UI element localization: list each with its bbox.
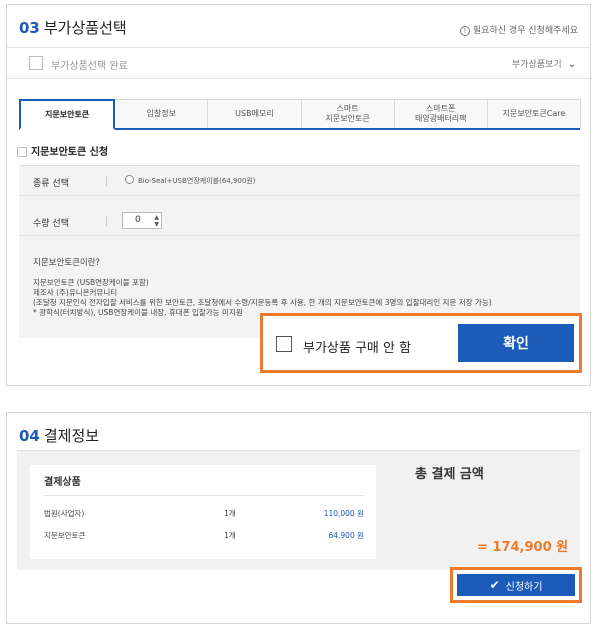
qty-label: 수량 선택 — [33, 219, 69, 229]
chevron-down-icon: ⌄ — [567, 59, 576, 70]
type-option[interactable]: Bio-Seal+USB연장케이블(64,900원) — [138, 176, 256, 186]
payment-section-number: 04 — [19, 427, 40, 445]
no-purchase-label[interactable]: 부가상품 구매 안 함 — [303, 337, 411, 356]
tab-bid-info[interactable]: 입찰정보 — [114, 99, 209, 128]
info-icon: ! — [459, 26, 470, 36]
addon-done-label: 부가상품선택 완료 — [51, 61, 128, 72]
tab-smart-fingerprint-token[interactable]: 스마트 지문보안토큰 — [300, 99, 395, 128]
confirm-button[interactable]: 확인 — [458, 324, 574, 362]
total-value: = 174,900 원 — [477, 540, 569, 555]
type-label: 종류 선택 — [33, 179, 69, 189]
addon-view-toggle[interactable]: 부가상품보기 ⌄ — [512, 57, 576, 70]
payment-section-title: 04 결제정보 — [19, 425, 99, 446]
addon-view-label: 부가상품보기 — [511, 60, 562, 70]
addon-done-checkbox[interactable] — [29, 56, 43, 70]
description-line: 제조사 (주)유니온커뮤니티 — [33, 288, 118, 297]
item-price: 110,000 원 — [323, 509, 364, 518]
fingerprint-apply[interactable]: 지문보안토큰 신청 — [17, 143, 108, 158]
item-qty: 1개 — [224, 509, 236, 518]
quantity-stepper[interactable]: 0 ▲ ▼ — [122, 212, 162, 229]
tab-usb-memory[interactable]: USB메모리 — [207, 99, 302, 128]
total-label: 총 결제 금액 — [415, 467, 484, 482]
divider — [106, 176, 107, 186]
quantity-value: 0 — [135, 215, 141, 225]
payment-section-label: 결제정보 — [43, 427, 100, 445]
description-line: (조달청 지문인식 전자입찰 서비스를 위한 보안토큰, 조달청에서 수령/지문… — [33, 298, 492, 307]
divider — [106, 216, 107, 226]
tab-fingerprint-token[interactable]: 지문보안토큰 — [19, 99, 116, 130]
addon-section-label: 부가상품선택 — [43, 19, 127, 37]
checkmark-icon: ✔ — [489, 578, 500, 592]
addon-done-bar: 부가상품선택 완료 부가상품보기 ⌄ — [7, 47, 590, 79]
type-radio[interactable] — [125, 175, 134, 184]
item-name: 지문보안토큰 — [44, 531, 86, 540]
addon-tabs: 지문보안토큰 입찰정보 USB메모리 스마트 지문보안토큰 스마트폰 태양광배터… — [19, 99, 582, 130]
payment-panel: 04 결제정보 결제상품 법원(사업자) 1개 110,000 원 지문보안토큰 … — [6, 412, 591, 624]
apply-highlight: ✔ 신청하기 — [450, 567, 582, 603]
tab-fingerprint-care[interactable]: 지문보안토큰Care — [486, 99, 582, 128]
payment-items-title: 결제상품 — [44, 477, 81, 488]
addon-note: ! 필요하신 경우 신청해주세요 — [459, 23, 578, 36]
list-item: 법원(사업자) 1개 110,000 원 — [44, 505, 364, 521]
fingerprint-apply-label: 지문보안토큰 신청 — [31, 147, 109, 158]
apply-button[interactable]: ✔ 신청하기 — [457, 574, 575, 596]
description-line: 지문보안토큰 (USB연장케이블 포함) — [33, 278, 149, 287]
addon-section-title: 03 부가상품선택 — [19, 17, 127, 38]
addon-section-number: 03 — [19, 19, 40, 37]
tab-solar-battery[interactable]: 스마트폰 태양광배터리팩 — [393, 99, 488, 128]
addon-panel: 03 부가상품선택 ! 필요하신 경우 신청해주세요 부가상품선택 완료 부가상품보… — [6, 4, 591, 386]
item-qty: 1개 — [224, 531, 236, 540]
addon-note-text: 필요하신 경우 신청해주세요 — [472, 26, 578, 36]
payment-items-box: 결제상품 법원(사업자) 1개 110,000 원 지문보안토큰 1개 64,9… — [30, 465, 376, 559]
qty-row: 수량 선택 0 ▲ ▼ — [19, 206, 580, 236]
item-price: 64,900 원 — [328, 531, 364, 540]
divider — [44, 495, 364, 496]
stepper-arrows-icon[interactable]: ▲ ▼ — [154, 214, 159, 228]
no-purchase-checkbox[interactable] — [276, 336, 292, 352]
fingerprint-apply-checkbox[interactable] — [17, 147, 27, 157]
description-title: 지문보안토큰이란? — [33, 258, 101, 268]
item-name: 법원(사업자) — [44, 509, 85, 518]
type-row: 종류 선택 Bio-Seal+USB연장케이블(64,900원) — [19, 166, 580, 196]
list-item: 지문보안토큰 1개 64,900 원 — [44, 527, 364, 543]
apply-button-label: 신청하기 — [505, 581, 543, 593]
fingerprint-description: 지문보안토큰이란? 지문보안토큰 (USB연장케이블 포함) 제조사 (주)유니… — [33, 258, 492, 318]
no-purchase-highlight: 부가상품 구매 안 함 확인 — [260, 313, 582, 373]
